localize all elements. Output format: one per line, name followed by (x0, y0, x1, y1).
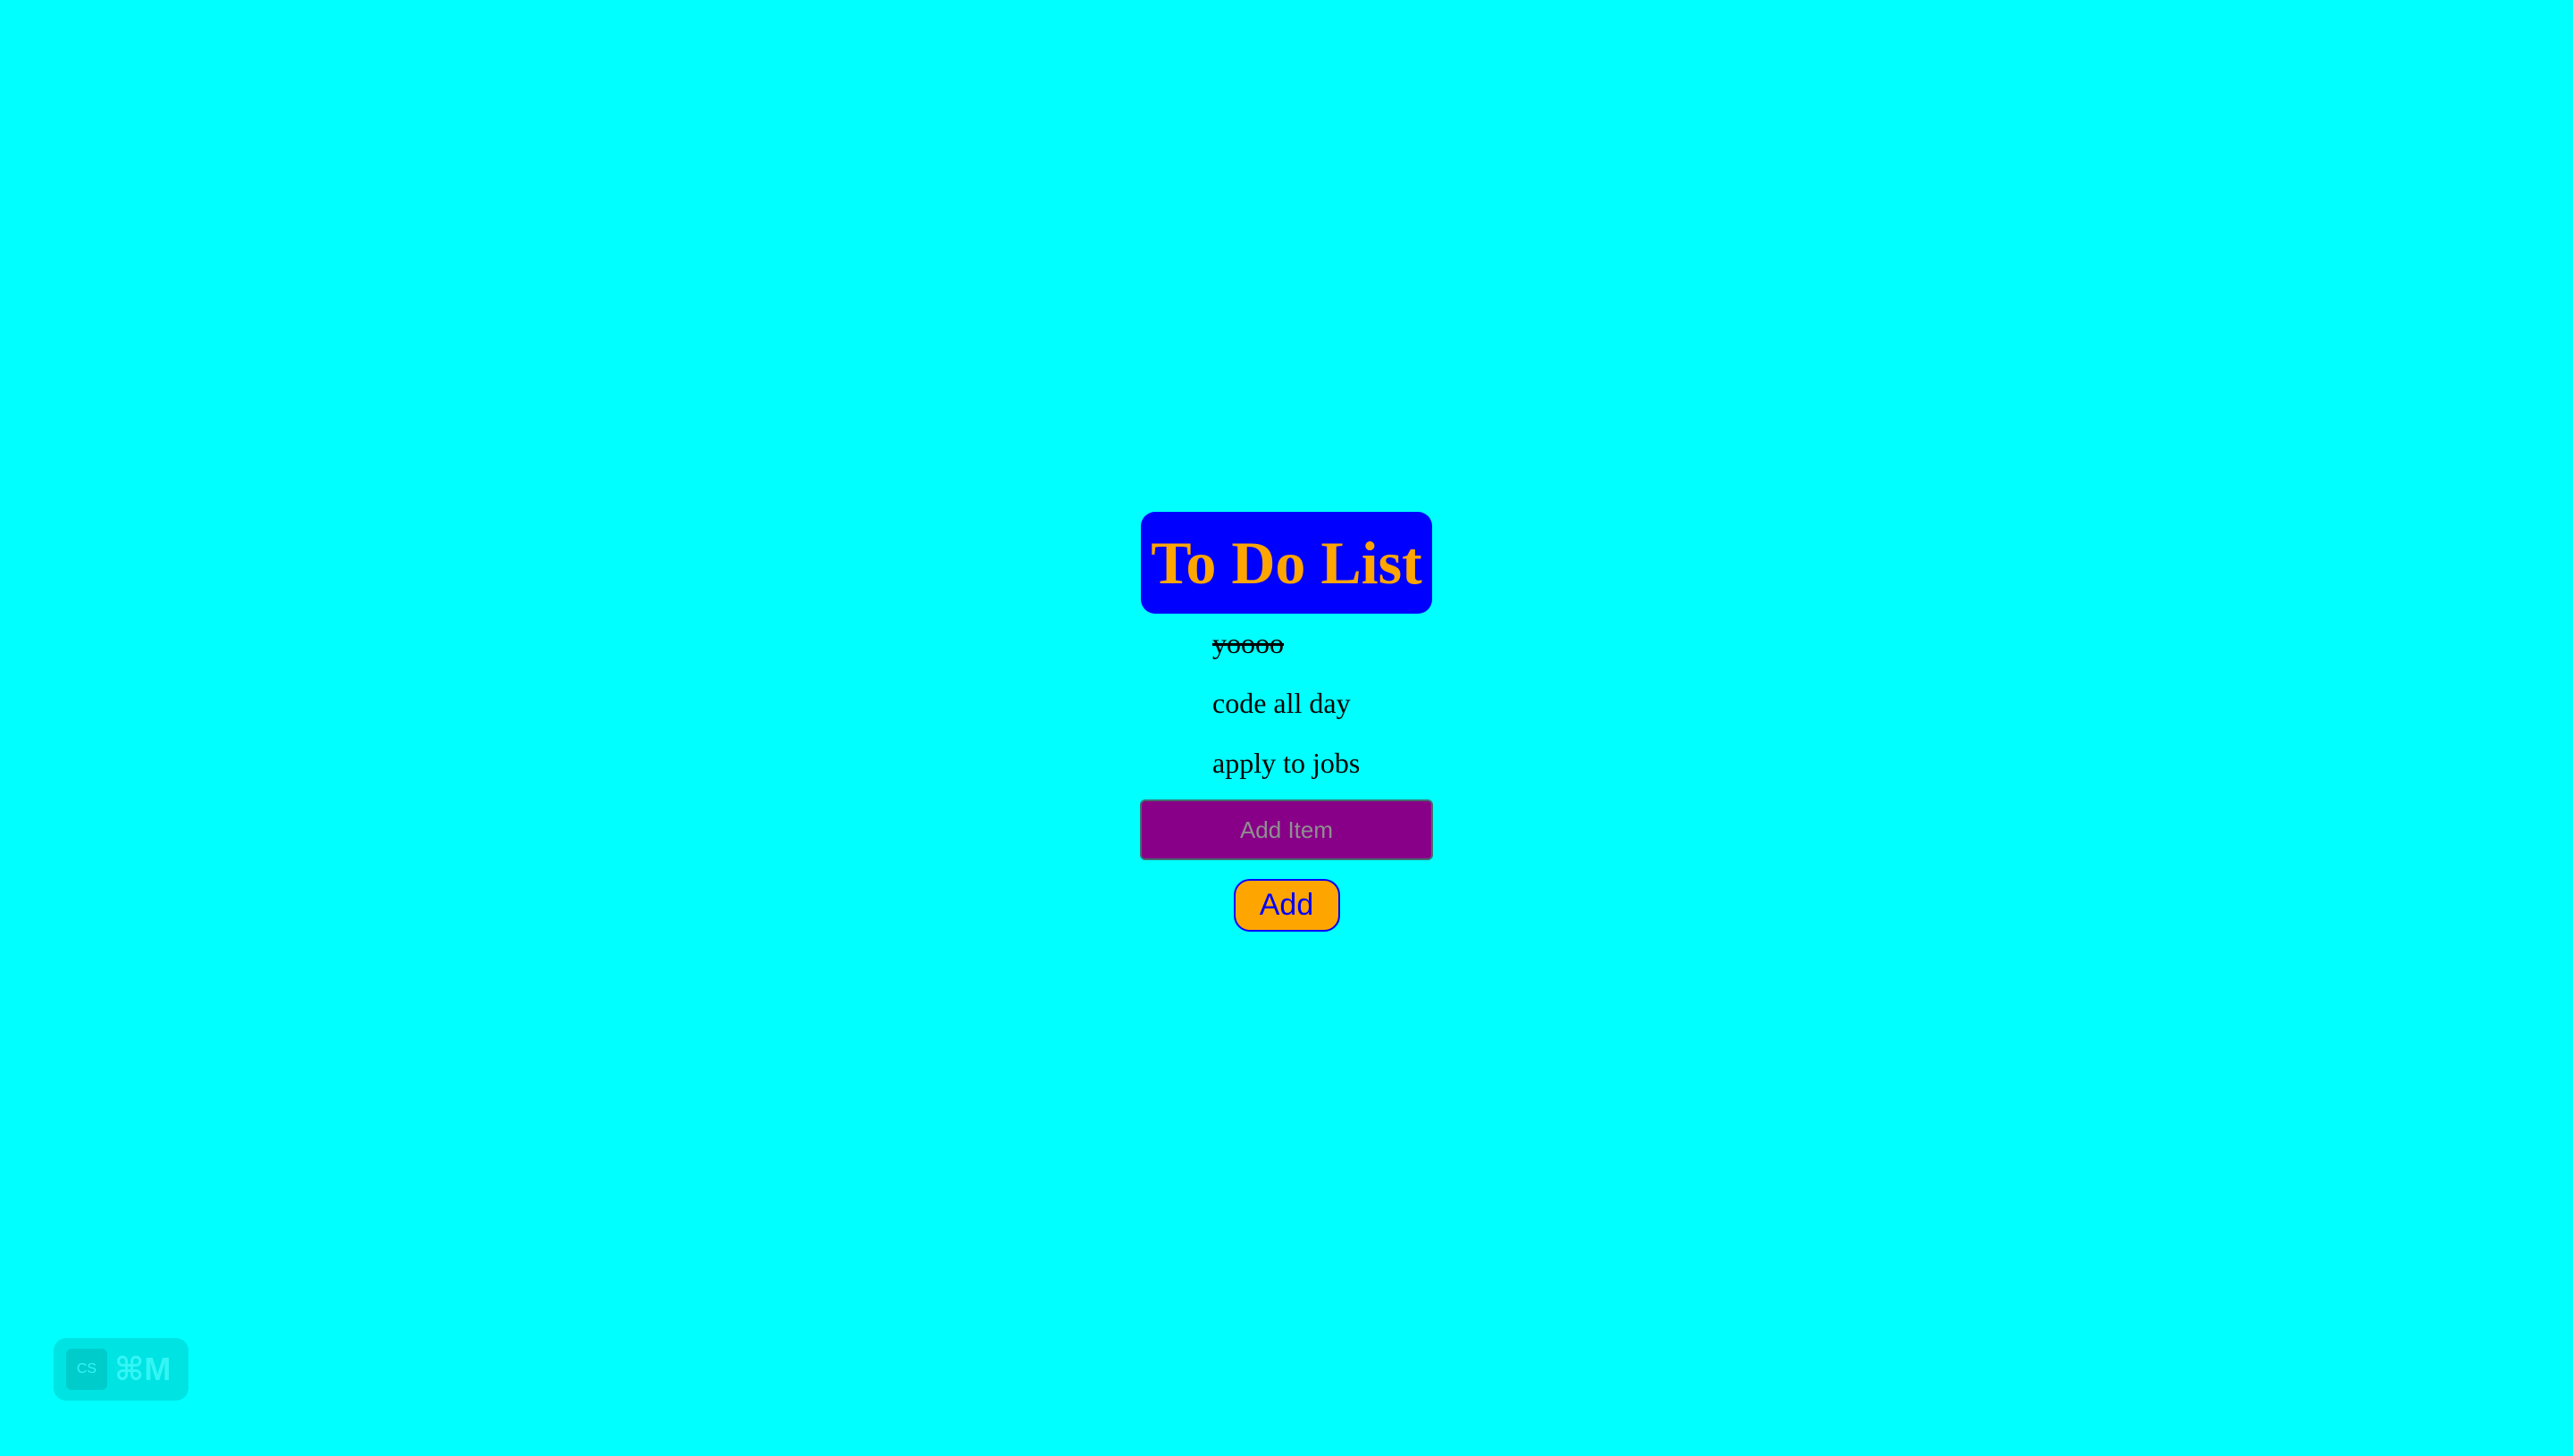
keyboard-shortcut-label: ⌘M (114, 1351, 172, 1387)
page-title: To Do List (1151, 529, 1422, 597)
add-button[interactable]: Add (1233, 879, 1340, 932)
add-item-input[interactable] (1140, 799, 1433, 860)
todo-list: yoooo code all day apply to jobs (1140, 614, 1433, 793)
todo-item[interactable]: yoooo (1140, 614, 1433, 674)
app-logo-icon: CS (66, 1349, 107, 1390)
shortcut-badge[interactable]: CS ⌘M (54, 1338, 189, 1401)
todo-app: To Do List yoooo code all day apply to j… (1140, 512, 1433, 932)
title-banner: To Do List (1141, 512, 1432, 614)
todo-item[interactable]: code all day (1140, 674, 1433, 733)
todo-item[interactable]: apply to jobs (1140, 733, 1433, 793)
